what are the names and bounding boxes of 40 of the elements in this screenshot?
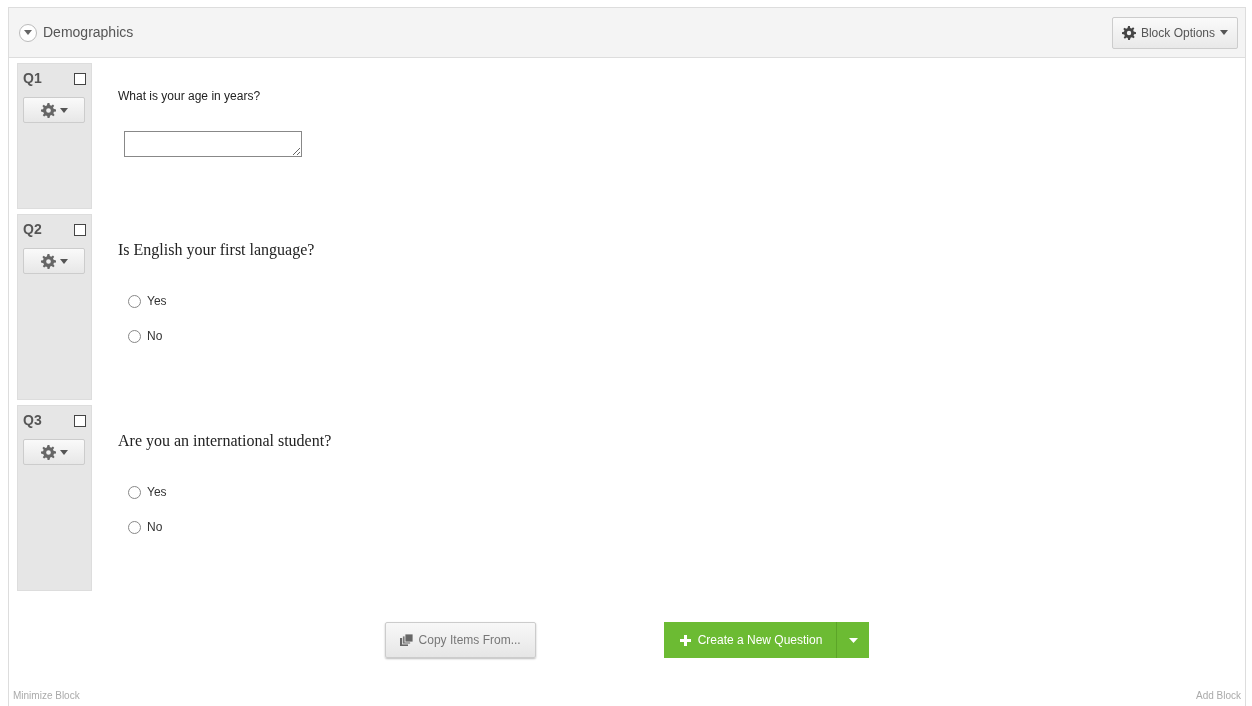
radio-button[interactable] bbox=[128, 329, 141, 343]
question-settings-button[interactable] bbox=[23, 248, 85, 274]
gear-icon bbox=[40, 253, 56, 269]
add-block-link[interactable]: Add Block bbox=[1195, 688, 1241, 703]
gear-icon bbox=[40, 444, 56, 460]
gear-icon bbox=[1121, 25, 1136, 40]
plus-icon bbox=[679, 634, 691, 646]
answer-box[interactable] bbox=[124, 131, 302, 157]
block-title: Demographics bbox=[43, 23, 134, 42]
collapse-toggle[interactable] bbox=[19, 23, 37, 42]
create-dropdown-button[interactable] bbox=[836, 622, 870, 658]
gear-icon bbox=[40, 102, 56, 118]
question-checkbox[interactable] bbox=[74, 414, 86, 427]
choice-label: Yes bbox=[147, 293, 167, 310]
caret-icon bbox=[59, 107, 68, 113]
question-checkbox[interactable] bbox=[74, 223, 86, 236]
copy-items-button[interactable]: Copy Items From... bbox=[384, 622, 536, 658]
choice-label: No bbox=[147, 519, 163, 536]
caret-icon bbox=[59, 258, 68, 264]
question-number: Q3 bbox=[23, 411, 42, 430]
radio-button[interactable] bbox=[128, 520, 141, 534]
question-settings-button[interactable] bbox=[23, 439, 85, 465]
block-options-button[interactable]: Block Options bbox=[1111, 16, 1238, 49]
radio-button[interactable] bbox=[128, 485, 141, 499]
question-settings-button[interactable] bbox=[23, 97, 85, 123]
radio-button[interactable] bbox=[128, 294, 141, 308]
caret-icon bbox=[848, 637, 858, 643]
choice-label: Yes bbox=[147, 484, 167, 501]
question-text: Are you an international student? bbox=[118, 431, 332, 452]
choice-label: No bbox=[147, 328, 163, 345]
question-text: What is your age in years? bbox=[118, 88, 262, 105]
caret-icon bbox=[1220, 30, 1228, 35]
question-number: Q1 bbox=[23, 69, 42, 88]
caret-icon bbox=[24, 29, 32, 36]
caret-icon bbox=[59, 449, 68, 455]
question-text: Is English your first language? bbox=[118, 240, 315, 261]
question-number: Q2 bbox=[23, 220, 42, 239]
copy-icon bbox=[399, 634, 413, 646]
question-checkbox[interactable] bbox=[74, 72, 86, 85]
minimize-block-link[interactable]: Minimize Block bbox=[13, 688, 80, 703]
